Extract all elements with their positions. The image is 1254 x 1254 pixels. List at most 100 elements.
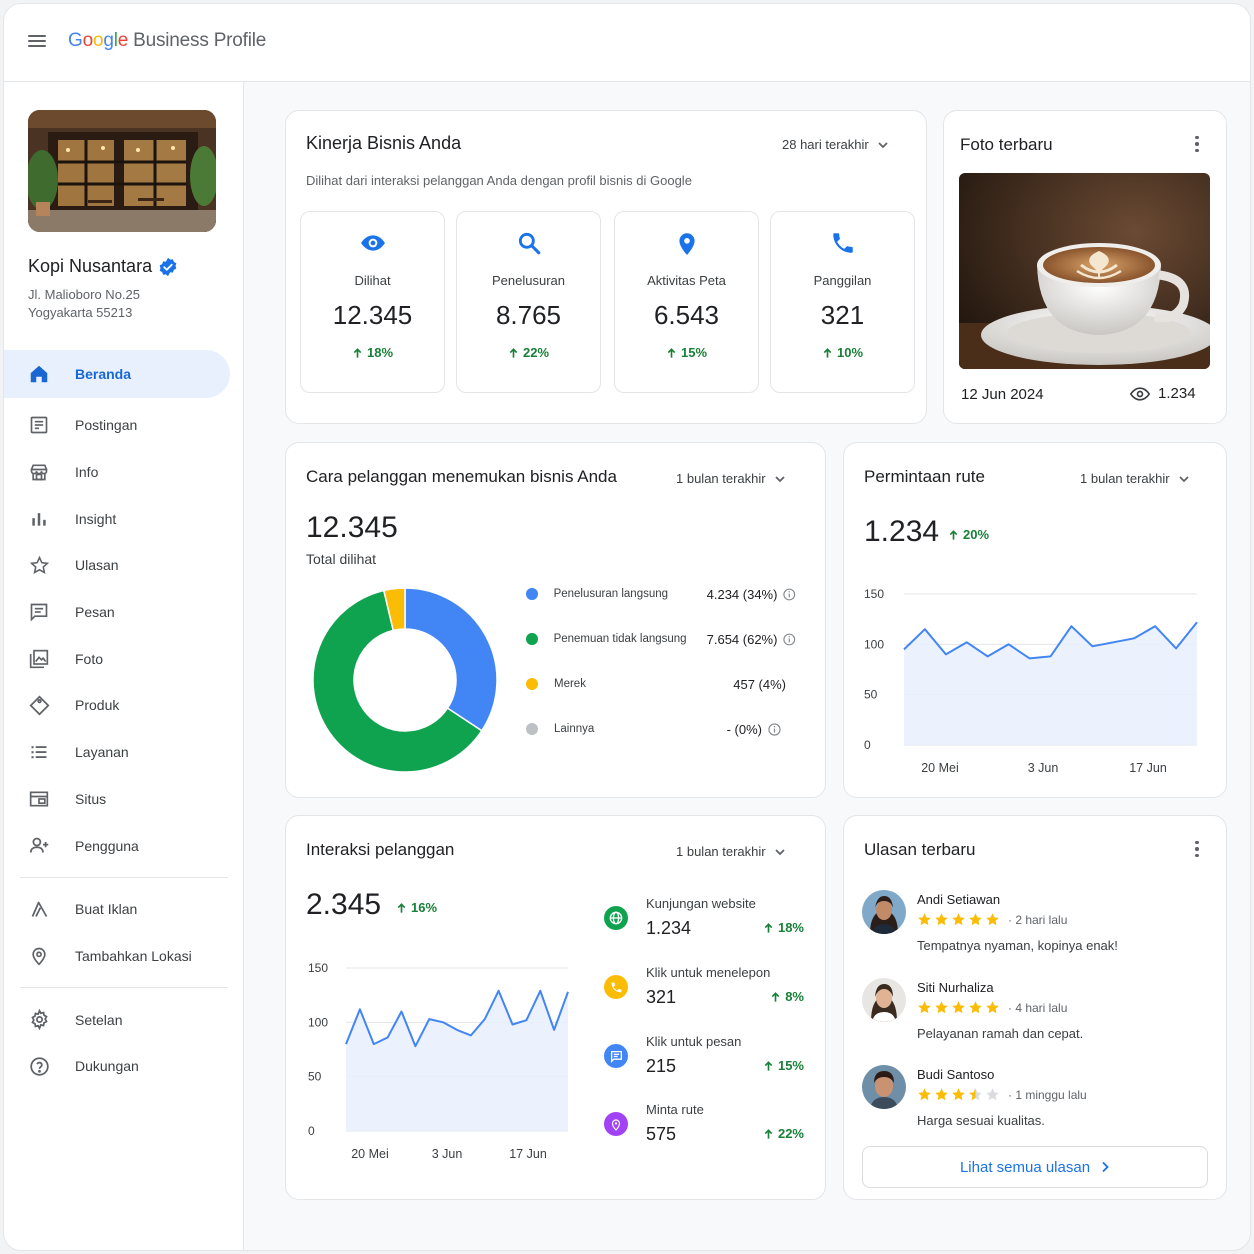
- interactions-range-dropdown[interactable]: 1 bulan terakhir: [676, 844, 786, 859]
- chat-icon: [604, 1044, 628, 1068]
- see-all-reviews-button[interactable]: Lihat semua ulasan: [862, 1146, 1208, 1188]
- star-icon: [951, 1087, 966, 1102]
- arrow-up-icon: [396, 902, 407, 914]
- home-icon: [28, 363, 50, 385]
- sidebar-item-situs[interactable]: Situs: [4, 776, 244, 823]
- sidebar-item-pengguna[interactable]: Pengguna: [4, 822, 244, 869]
- sidebar-nav: Beranda Postingan Info Insight Ulasan Pe…: [4, 350, 244, 1090]
- star-icon: [934, 1087, 949, 1102]
- sidebar-item-insight[interactable]: Insight: [4, 495, 244, 542]
- photo-icon: [28, 648, 50, 670]
- routes-range-dropdown[interactable]: 1 bulan terakhir: [1080, 471, 1190, 486]
- location-icon: [28, 945, 50, 967]
- performance-title: Kinerja Bisnis Anda: [306, 133, 461, 154]
- metric-dilihat[interactable]: Dilihat 12.345 18%: [300, 211, 445, 393]
- business-photo[interactable]: [28, 110, 216, 232]
- star-icon: [951, 1000, 966, 1015]
- sidebar-item-dukungan[interactable]: Dukungan: [4, 1043, 244, 1090]
- info-icon[interactable]: [783, 633, 796, 646]
- nav-divider: [20, 987, 228, 988]
- photo-title: Foto terbaru: [960, 135, 1053, 155]
- latest-photo[interactable]: [959, 173, 1210, 369]
- interaction-label: Kunjungan website: [646, 896, 756, 911]
- review-text: Pelayanan ramah dan cepat.: [917, 1026, 1083, 1041]
- logo-letter: o: [83, 30, 93, 52]
- x-tick-label: 20 Mei: [921, 761, 959, 775]
- website-icon: [28, 788, 50, 810]
- star-empty-icon: [985, 1087, 1000, 1102]
- sidebar-item-setelan[interactable]: Setelan: [4, 996, 244, 1043]
- interactions-title: Interaksi pelanggan: [306, 840, 454, 860]
- sidebar-item-label: Situs: [75, 791, 106, 807]
- sidebar-item-label: Foto: [75, 651, 103, 667]
- performance-range-dropdown[interactable]: 28 hari terakhir: [782, 137, 889, 152]
- sidebar-item-beranda[interactable]: Beranda: [4, 350, 230, 398]
- legend-value: 457 (4%): [704, 677, 786, 692]
- rating-stars: · 4 hari lalu: [917, 1000, 1067, 1015]
- y-tick-label: 0: [864, 738, 871, 752]
- address-line: Jl. Malioboro No.25: [28, 286, 140, 304]
- more-options-icon[interactable]: [1188, 135, 1206, 153]
- interaction-value: 321: [646, 987, 676, 1008]
- sidebar-item-tambahkan-lokasi[interactable]: Tambahkan Lokasi: [4, 933, 244, 980]
- menu-icon[interactable]: [26, 32, 48, 52]
- app-window: Google Business Profile Kopi Nusanta: [3, 3, 1251, 1251]
- metric-label: Dilihat: [301, 273, 444, 288]
- rating-stars: · 2 hari lalu: [917, 912, 1067, 927]
- review-item[interactable]: Andi Setiawan · 2 hari lalu Tempatnya ny…: [862, 888, 1192, 968]
- metric-penelusuran[interactable]: Penelusuran 8.765 22%: [456, 211, 601, 393]
- review-item[interactable]: Siti Nurhaliza · 4 hari lalu Pelayanan r…: [862, 976, 1192, 1056]
- gear-icon: [28, 1009, 50, 1031]
- legend-name: Merek: [554, 678, 704, 690]
- interaction-row-directions[interactable]: Minta rute 575 22%: [604, 1102, 814, 1160]
- performance-card: Kinerja Bisnis Anda 28 hari terakhir Dil…: [285, 110, 927, 424]
- metric-label: Aktivitas Peta: [615, 273, 758, 288]
- interaction-row-message[interactable]: Klik untuk pesan 215 15%: [604, 1034, 814, 1092]
- add-user-icon: [28, 835, 50, 857]
- sidebar-item-produk[interactable]: Produk: [4, 682, 244, 729]
- donut-slice[interactable]: [405, 588, 497, 731]
- interaction-delta-text: 8%: [785, 989, 804, 1004]
- performance-subtitle: Dilihat dari interaksi pelanggan Anda de…: [306, 173, 692, 188]
- sidebar-item-layanan[interactable]: Layanan: [4, 729, 244, 776]
- interactions-delta: 16%: [396, 900, 437, 915]
- metric-panggilan[interactable]: Panggilan 321 10%: [770, 211, 915, 393]
- info-icon[interactable]: [768, 723, 781, 736]
- sidebar-item-postingan[interactable]: Postingan: [4, 402, 244, 449]
- y-tick-label: 0: [308, 1124, 315, 1138]
- discovery-range-dropdown[interactable]: 1 bulan terakhir: [676, 471, 786, 486]
- app-logo[interactable]: Google Business Profile: [68, 30, 266, 52]
- store-icon: [28, 461, 50, 483]
- metric-aktivitas-peta[interactable]: Aktivitas Peta 6.543 15%: [614, 211, 759, 393]
- info-icon[interactable]: [783, 588, 796, 601]
- see-all-label: Lihat semua ulasan: [960, 1159, 1090, 1176]
- routes-value: 1.234: [864, 515, 939, 549]
- sidebar-item-ulasan[interactable]: Ulasan: [4, 542, 244, 589]
- nav-divider: [20, 877, 228, 878]
- sidebar-item-foto[interactable]: Foto: [4, 635, 244, 682]
- photo-views-count: 1.234: [1158, 385, 1196, 402]
- interaction-value: 1.234: [646, 918, 691, 939]
- sidebar-item-label: Dukungan: [75, 1058, 139, 1074]
- interaction-row-website[interactable]: Kunjungan website 1.234 18%: [604, 896, 814, 954]
- phone-icon: [830, 230, 856, 256]
- more-options-icon[interactable]: [1188, 840, 1206, 858]
- interactions-value: 2.345: [306, 888, 381, 922]
- sidebar-item-pesan[interactable]: Pesan: [4, 589, 244, 636]
- interaction-row-call[interactable]: Klik untuk menelepon 321 8%: [604, 965, 814, 1023]
- legend-item: Penelusuran langsung 4.234 (34%): [526, 584, 796, 604]
- avatar: [862, 978, 906, 1022]
- range-label: 28 hari terakhir: [782, 137, 869, 152]
- metric-delta: 15%: [615, 345, 758, 360]
- sidebar-item-buat-iklan[interactable]: Buat Iklan: [4, 886, 244, 933]
- sidebar-item-label: Insight: [75, 511, 116, 527]
- eye-icon: [360, 230, 386, 256]
- range-label: 1 bulan terakhir: [676, 844, 766, 859]
- arrow-up-icon: [666, 347, 677, 359]
- review-item[interactable]: Budi Santoso · 1 minggu lalu Harga sesua…: [862, 1063, 1192, 1143]
- verified-badge-icon: [158, 257, 178, 277]
- routes-line-chart: 05010015020 Mei3 Jun17 Jun: [854, 579, 1216, 779]
- routes-delta: 20%: [948, 527, 989, 542]
- sidebar-item-info[interactable]: Info: [4, 449, 244, 496]
- metric-label: Panggilan: [771, 273, 914, 288]
